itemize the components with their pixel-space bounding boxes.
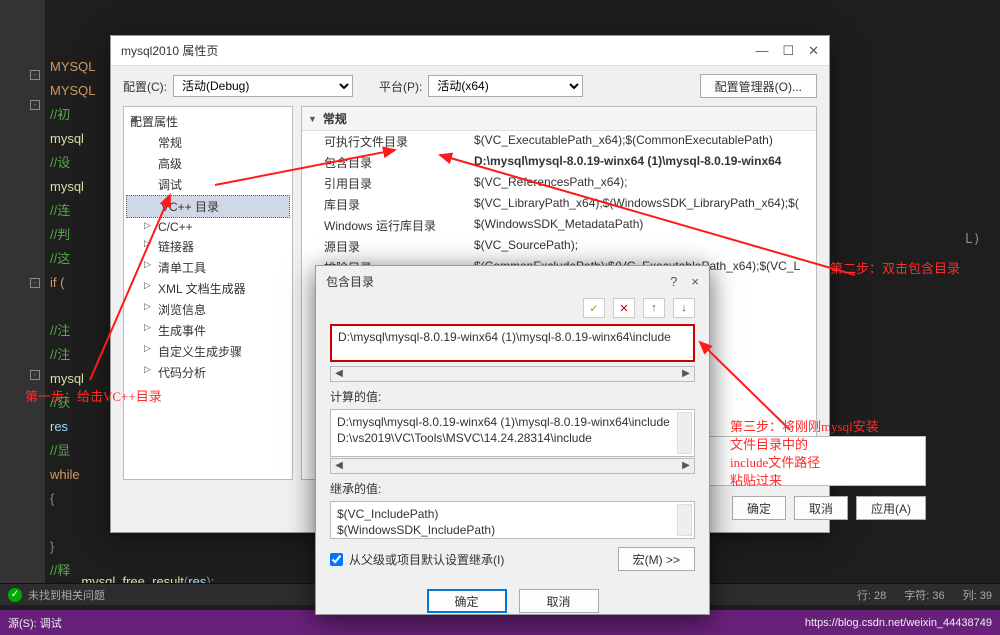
inherit-checkbox-label: 从父级或项目默认设置继承(I) xyxy=(349,551,504,568)
tree-item[interactable]: ▷XML 文档生成器 xyxy=(124,278,292,299)
grid-row[interactable]: 库目录$(VC_LibraryPath_x64);$(WindowsSDK_Li… xyxy=(302,194,816,215)
bottom-url: https://blog.csdn.net/weixin_44438749 xyxy=(805,617,992,629)
computed-label: 计算的值: xyxy=(330,388,695,405)
dialog2-titlebar[interactable]: 包含目录 ? × xyxy=(316,266,709,296)
status-col: 列: 39 xyxy=(963,587,992,603)
grid-header[interactable]: ▼常规 xyxy=(302,107,816,131)
tree-item[interactable]: VC++ 目录 xyxy=(126,195,290,218)
tree-item[interactable]: ▷C/C++ xyxy=(124,218,292,236)
fold-icon[interactable]: - xyxy=(30,370,40,380)
tree-item[interactable]: ▷清单工具 xyxy=(124,257,292,278)
close-icon[interactable]: × xyxy=(691,274,699,289)
platform-label: 平台(P): xyxy=(379,78,422,95)
status-line: 行: 28 xyxy=(857,587,886,603)
tree-item[interactable]: ▷生成事件 xyxy=(124,320,292,341)
inherit-label: 继承的值: xyxy=(330,480,695,497)
config-label: 配置(C): xyxy=(123,78,167,95)
tree-item[interactable]: ▷浏览信息 xyxy=(124,299,292,320)
v-scrollbar[interactable] xyxy=(677,412,692,454)
tree-item[interactable]: 高级 xyxy=(124,153,292,174)
grid-row[interactable]: 可执行文件目录$(VC_ExecutablePath_x64);$(Common… xyxy=(302,131,816,152)
cancel-button[interactable]: 取消 xyxy=(794,496,848,520)
toolbar-button[interactable]: ↓ xyxy=(673,298,695,318)
v-scrollbar[interactable] xyxy=(677,504,692,536)
dialog1-title: mysql2010 属性页 xyxy=(121,42,218,59)
config-tree[interactable]: ◢配置属性常规高级调试VC++ 目录▷C/C++▷链接器▷清单工具▷XML 文档… xyxy=(123,106,293,480)
code-tail: L) xyxy=(965,232,981,247)
status-char: 字符: 36 xyxy=(904,587,944,603)
maximize-icon[interactable]: ☐ xyxy=(782,43,794,59)
tree-item[interactable]: ▷链接器 xyxy=(124,236,292,257)
toolbar-button[interactable]: ✕ xyxy=(613,298,635,318)
inherit-checkbox[interactable] xyxy=(330,553,343,566)
grid-row[interactable]: 包含目录D:\mysql\mysql-8.0.19-winx64 (1)\mys… xyxy=(302,152,816,173)
inherit-values: $(VC_IncludePath) $(WindowsSDK_IncludePa… xyxy=(330,501,695,539)
fold-icon[interactable]: - xyxy=(30,278,40,288)
platform-select[interactable]: 活动(x64) xyxy=(428,75,583,97)
close-icon[interactable]: ✕ xyxy=(808,43,819,59)
ok-button[interactable]: 确定 xyxy=(732,496,786,520)
tree-item[interactable]: ▷自定义生成步骤 xyxy=(124,341,292,362)
status-text: 未找到相关问题 xyxy=(28,587,105,603)
macro-button[interactable]: 宏(M) >> xyxy=(618,547,695,571)
tree-item[interactable]: ▷代码分析 xyxy=(124,362,292,383)
config-manager-button[interactable]: 配置管理器(O)... xyxy=(700,74,817,98)
cancel-button[interactable]: 取消 xyxy=(519,589,599,613)
tree-item[interactable]: 常规 xyxy=(124,132,292,153)
fold-icon[interactable]: - xyxy=(30,100,40,110)
bottom-left: 源(S): 调试 xyxy=(8,615,62,631)
grid-row[interactable]: 源目录$(VC_SourcePath); xyxy=(302,236,816,257)
include-path-input[interactable]: D:\mysql\mysql-8.0.19-winx64 (1)\mysql-8… xyxy=(330,324,695,362)
include-dirs-dialog: 包含目录 ? × ✓ ✕ ↑ ↓ D:\mysql\mysql-8.0.19-winx… xyxy=(315,265,710,615)
config-row: 配置(C): 活动(Debug) 平台(P): 活动(x64) 配置管理器(O)… xyxy=(111,66,829,106)
dialog2-title: 包含目录 xyxy=(326,273,374,290)
h-scrollbar[interactable]: ◀▶ xyxy=(330,458,695,474)
config-select[interactable]: 活动(Debug) xyxy=(173,75,353,97)
help-icon[interactable]: ? xyxy=(670,274,677,289)
grid-row[interactable]: Windows 运行库目录$(WindowsSDK_MetadataPath) xyxy=(302,215,816,236)
editor-gutter: - - - - xyxy=(0,0,45,600)
toolbar-button[interactable]: ✓ xyxy=(583,298,605,318)
apply-button[interactable]: 应用(A) xyxy=(856,496,926,520)
check-icon: ✓ xyxy=(8,588,22,602)
dialog2-toolbar: ✓ ✕ ↑ ↓ xyxy=(316,296,709,320)
tree-item[interactable]: 调试 xyxy=(124,174,292,195)
h-scrollbar[interactable]: ◀▶ xyxy=(330,366,695,382)
minimize-icon[interactable]: — xyxy=(755,43,768,59)
grid-row[interactable]: 引用目录$(VC_ReferencesPath_x64); xyxy=(302,173,816,194)
computed-values: D:\mysql\mysql-8.0.19-winx64 (1)\mysql-8… xyxy=(330,409,695,457)
dialog1-titlebar[interactable]: mysql2010 属性页 — ☐ ✕ xyxy=(111,36,829,66)
ok-button[interactable]: 确定 xyxy=(427,589,507,613)
fold-icon[interactable]: - xyxy=(30,70,40,80)
code-editor[interactable]: MYSQLMYSQL//初mysql//设mysql//连//判//这if ( … xyxy=(50,55,96,583)
tree-item[interactable]: ◢配置属性 xyxy=(124,111,292,132)
toolbar-button[interactable]: ↑ xyxy=(643,298,665,318)
